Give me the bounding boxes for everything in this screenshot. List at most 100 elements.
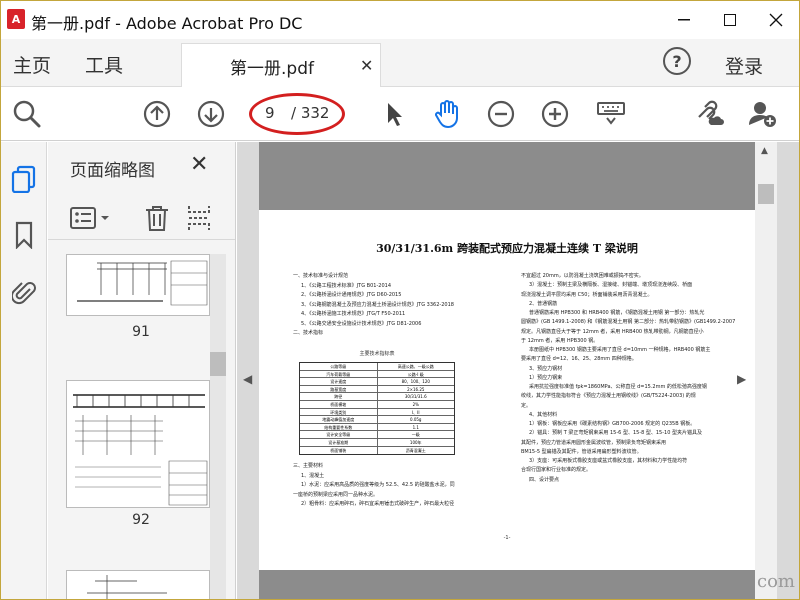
thumbnail-panel-title: 页面缩略图 xyxy=(70,161,155,181)
text-line: 一座桥的预制梁应采用同一品种水泥。 xyxy=(293,491,379,498)
text-line: 一、技术标准与设计规范 xyxy=(293,273,349,279)
table-row: 地震动峰值加速度 0.05g xyxy=(300,416,454,424)
text-line: 四、设计要点 xyxy=(529,476,560,483)
close-icon[interactable]: ✕ xyxy=(190,152,208,177)
collapse-left-pane-icon[interactable]: ◀ xyxy=(243,372,259,386)
maximize-button[interactable] xyxy=(707,1,753,39)
left-column-text: 一、技术标准与设计规范 1、《公路工程技术标准》JTG B01-2014 2、《… xyxy=(293,272,493,339)
menu-tools[interactable]: 工具 xyxy=(85,51,123,78)
text-line: 绞线，其力学性能指标符合《预应力混凝土用钢绞线》(GB/T5224-2003) … xyxy=(521,393,696,400)
login-button[interactable]: 登录 xyxy=(725,52,763,79)
thumbnail-label: 91 xyxy=(132,324,150,340)
document-title: 30/31/31.6m 跨装配式预应力混凝土连续 T 梁说明 xyxy=(376,242,638,255)
thumbnail-page-92[interactable] xyxy=(66,380,210,508)
table-row: 跨径 30/31/31.6 xyxy=(300,393,454,401)
thumbnail-page-93[interactable] xyxy=(66,570,210,599)
page-thumbnails-icon[interactable] xyxy=(9,164,39,194)
thumbnail-page-91[interactable] xyxy=(66,254,210,316)
text-line: 本册图纸中 HPB300 钢筋主要采用了直径 d=10mm 一种规格，HRB40… xyxy=(529,347,711,353)
bookmark-icon[interactable] xyxy=(9,220,39,250)
page-footer-number: -1- xyxy=(503,535,511,541)
text-line: 现浇混凝土调平层均采用 C50；桥面铺装采用沥青混凝土。 xyxy=(521,291,653,298)
thumbnail-92-drawing xyxy=(73,394,208,506)
table-row: 公路等级 高速公路、一级公路 xyxy=(300,363,454,371)
page-number-field[interactable]: 9 / 332 xyxy=(249,93,345,135)
text-line: 4、《公路桥涵施工技术规范》JTG/T F50-2011 xyxy=(301,311,406,317)
trash-icon[interactable] xyxy=(144,204,170,236)
technical-index-table: 公路等级 高速公路、一级公路 汽车荷载等级 公路-I 级 设计速度 80、100、12… xyxy=(299,362,455,456)
add-user-icon[interactable] xyxy=(747,98,779,130)
window-title: 第一册.pdf - Adobe Acrobat Pro DC xyxy=(31,14,303,33)
document-viewport[interactable]: ◀ 30/31/31.6m 跨装配式预应力混凝土连续 T 梁说明 一、技术标准与… xyxy=(237,142,799,599)
document-tab[interactable]: 第一册.pdf ✕ xyxy=(181,43,381,87)
crop-pages-icon[interactable] xyxy=(186,204,212,236)
text-line: 其配件，预应力管道采用圆形金属波纹管，预制梁负弯矩钢束采用 xyxy=(521,439,667,446)
text-line: 1、《公路工程技术标准》JTG B01-2014 xyxy=(301,282,391,289)
watermark-text: com xyxy=(757,571,795,592)
text-line: 3）混凝土：预制主梁及横隔板、湿接缝、封锚端、墩顶现浇连续段、桥面 xyxy=(529,282,693,289)
text-line: 三、主要材料 xyxy=(293,463,324,469)
text-line: 2）锚具：预制 T 梁正弯矩钢束采用 15-6 型、15-8 型、15-10 型… xyxy=(529,430,702,437)
next-page-area xyxy=(259,570,755,599)
text-line: 1）预应力钢束 xyxy=(529,374,563,381)
arrow-down-circle-icon[interactable] xyxy=(195,98,227,130)
tab-close-icon[interactable]: ✕ xyxy=(360,56,373,75)
text-line: 要采用了直径 d=12、16、25、28mm 四种规格。 xyxy=(521,356,637,363)
thumbnail-scrollbar-thumb[interactable] xyxy=(210,352,226,376)
maximize-icon xyxy=(724,14,736,26)
total-pages: / 332 xyxy=(291,104,330,122)
text-line: 于 12mm 者，采用 HPB300 钢。 xyxy=(521,337,599,344)
thumbnail-91-drawing xyxy=(77,260,208,306)
text-line: 1）钢板：钢板应采用《碳素结构钢》GB700-2006 规定的 Q235B 钢板… xyxy=(529,421,696,427)
table-row: 设计安全等级 一级 xyxy=(300,431,454,439)
title-bar: A 第一册.pdf - Adobe Acrobat Pro DC xyxy=(1,1,799,39)
table-row: 桥面横坡 2% xyxy=(300,400,454,409)
document-scrollbar[interactable]: ▲ xyxy=(755,142,777,599)
hand-icon[interactable] xyxy=(431,98,463,130)
text-line: 普通钢筋采用 HPB300 和 HRB400 钢筋，《钢筋混凝土用钢 第一部分：… xyxy=(529,310,705,316)
text-line: 圆钢筋》(GB 1499.1-2008) 和《钢筋混凝土用钢 第二部分：热轧带肋… xyxy=(521,319,735,326)
table-row: 结构重要性系数 1.1 xyxy=(300,423,454,432)
magnifier-icon[interactable] xyxy=(11,98,43,130)
text-line: 规定。凡钢筋直径大于等于 12mm 者，采用 HRB400 热轧带肋钢，凡钢筋直… xyxy=(521,328,704,335)
document-scrollbar-thumb[interactable] xyxy=(758,184,774,204)
text-line: 合现行国家和行业标准的规定。 xyxy=(521,467,592,474)
main-toolbar: 9 / 332 xyxy=(1,87,799,141)
thumbnail-93-drawing xyxy=(87,575,167,599)
table-row: 桥面铺装 沥青混凝土 xyxy=(300,446,454,455)
plus-circle-icon[interactable] xyxy=(539,98,571,130)
attachment-icon[interactable] xyxy=(9,278,39,308)
arrow-up-circle-icon[interactable] xyxy=(141,98,173,130)
scroll-up-icon[interactable]: ▲ xyxy=(761,146,768,156)
minimize-button[interactable] xyxy=(661,1,707,39)
expand-right-pane-icon[interactable]: ▶ xyxy=(737,372,753,386)
minus-circle-icon[interactable] xyxy=(485,98,517,130)
table-row: 环境类别 I、II xyxy=(300,408,454,417)
text-line: BM15-5 型扁锚及其配件，管道采用扁形塑料波纹管。 xyxy=(521,448,642,455)
thumbnail-label: 92 xyxy=(132,512,150,528)
help-icon[interactable]: ? xyxy=(663,47,691,75)
text-line: 1、混凝土 xyxy=(301,472,325,479)
current-page-input[interactable]: 9 xyxy=(265,104,275,122)
thumbnail-toolbar xyxy=(48,196,235,240)
text-line: 4、其他材料 xyxy=(529,411,558,418)
minimize-icon xyxy=(678,19,690,21)
thumbnail-options-icon[interactable] xyxy=(70,206,112,234)
text-line: 定。 xyxy=(521,402,532,409)
menu-bar: 主页 工具 第一册.pdf ✕ ? 登录 xyxy=(1,39,799,87)
table-row: 设计基准期 100年 xyxy=(300,438,454,447)
right-column-text: 不宜超过 20mm，以防混凝土浇筑困难或振捣不密实。 3）混凝土：预制主梁及横隔… xyxy=(521,272,735,485)
cursor-arrow-icon[interactable] xyxy=(377,98,409,130)
link-cloud-icon[interactable] xyxy=(693,98,725,130)
table-row: 汽车荷载等级 公路-I 级 xyxy=(300,370,454,379)
acrobat-app-icon[interactable]: A xyxy=(7,9,25,29)
text-line: 2、《公路桥涵设计通用规范》JTG D60-2015 xyxy=(301,292,402,298)
close-icon xyxy=(769,13,783,27)
table-caption: 主要技术指标表 xyxy=(359,351,395,357)
menu-home[interactable]: 主页 xyxy=(13,51,51,78)
pdf-page: 30/31/31.6m 跨装配式预应力混凝土连续 T 梁说明 一、技术标准与设计… xyxy=(259,210,755,570)
keyboard-icon[interactable] xyxy=(595,98,627,130)
thumbnail-scrollbar[interactable] xyxy=(210,254,226,599)
close-window-button[interactable] xyxy=(753,1,799,39)
thumbnail-panel: 页面缩略图 ✕ 91 92 xyxy=(48,142,236,599)
